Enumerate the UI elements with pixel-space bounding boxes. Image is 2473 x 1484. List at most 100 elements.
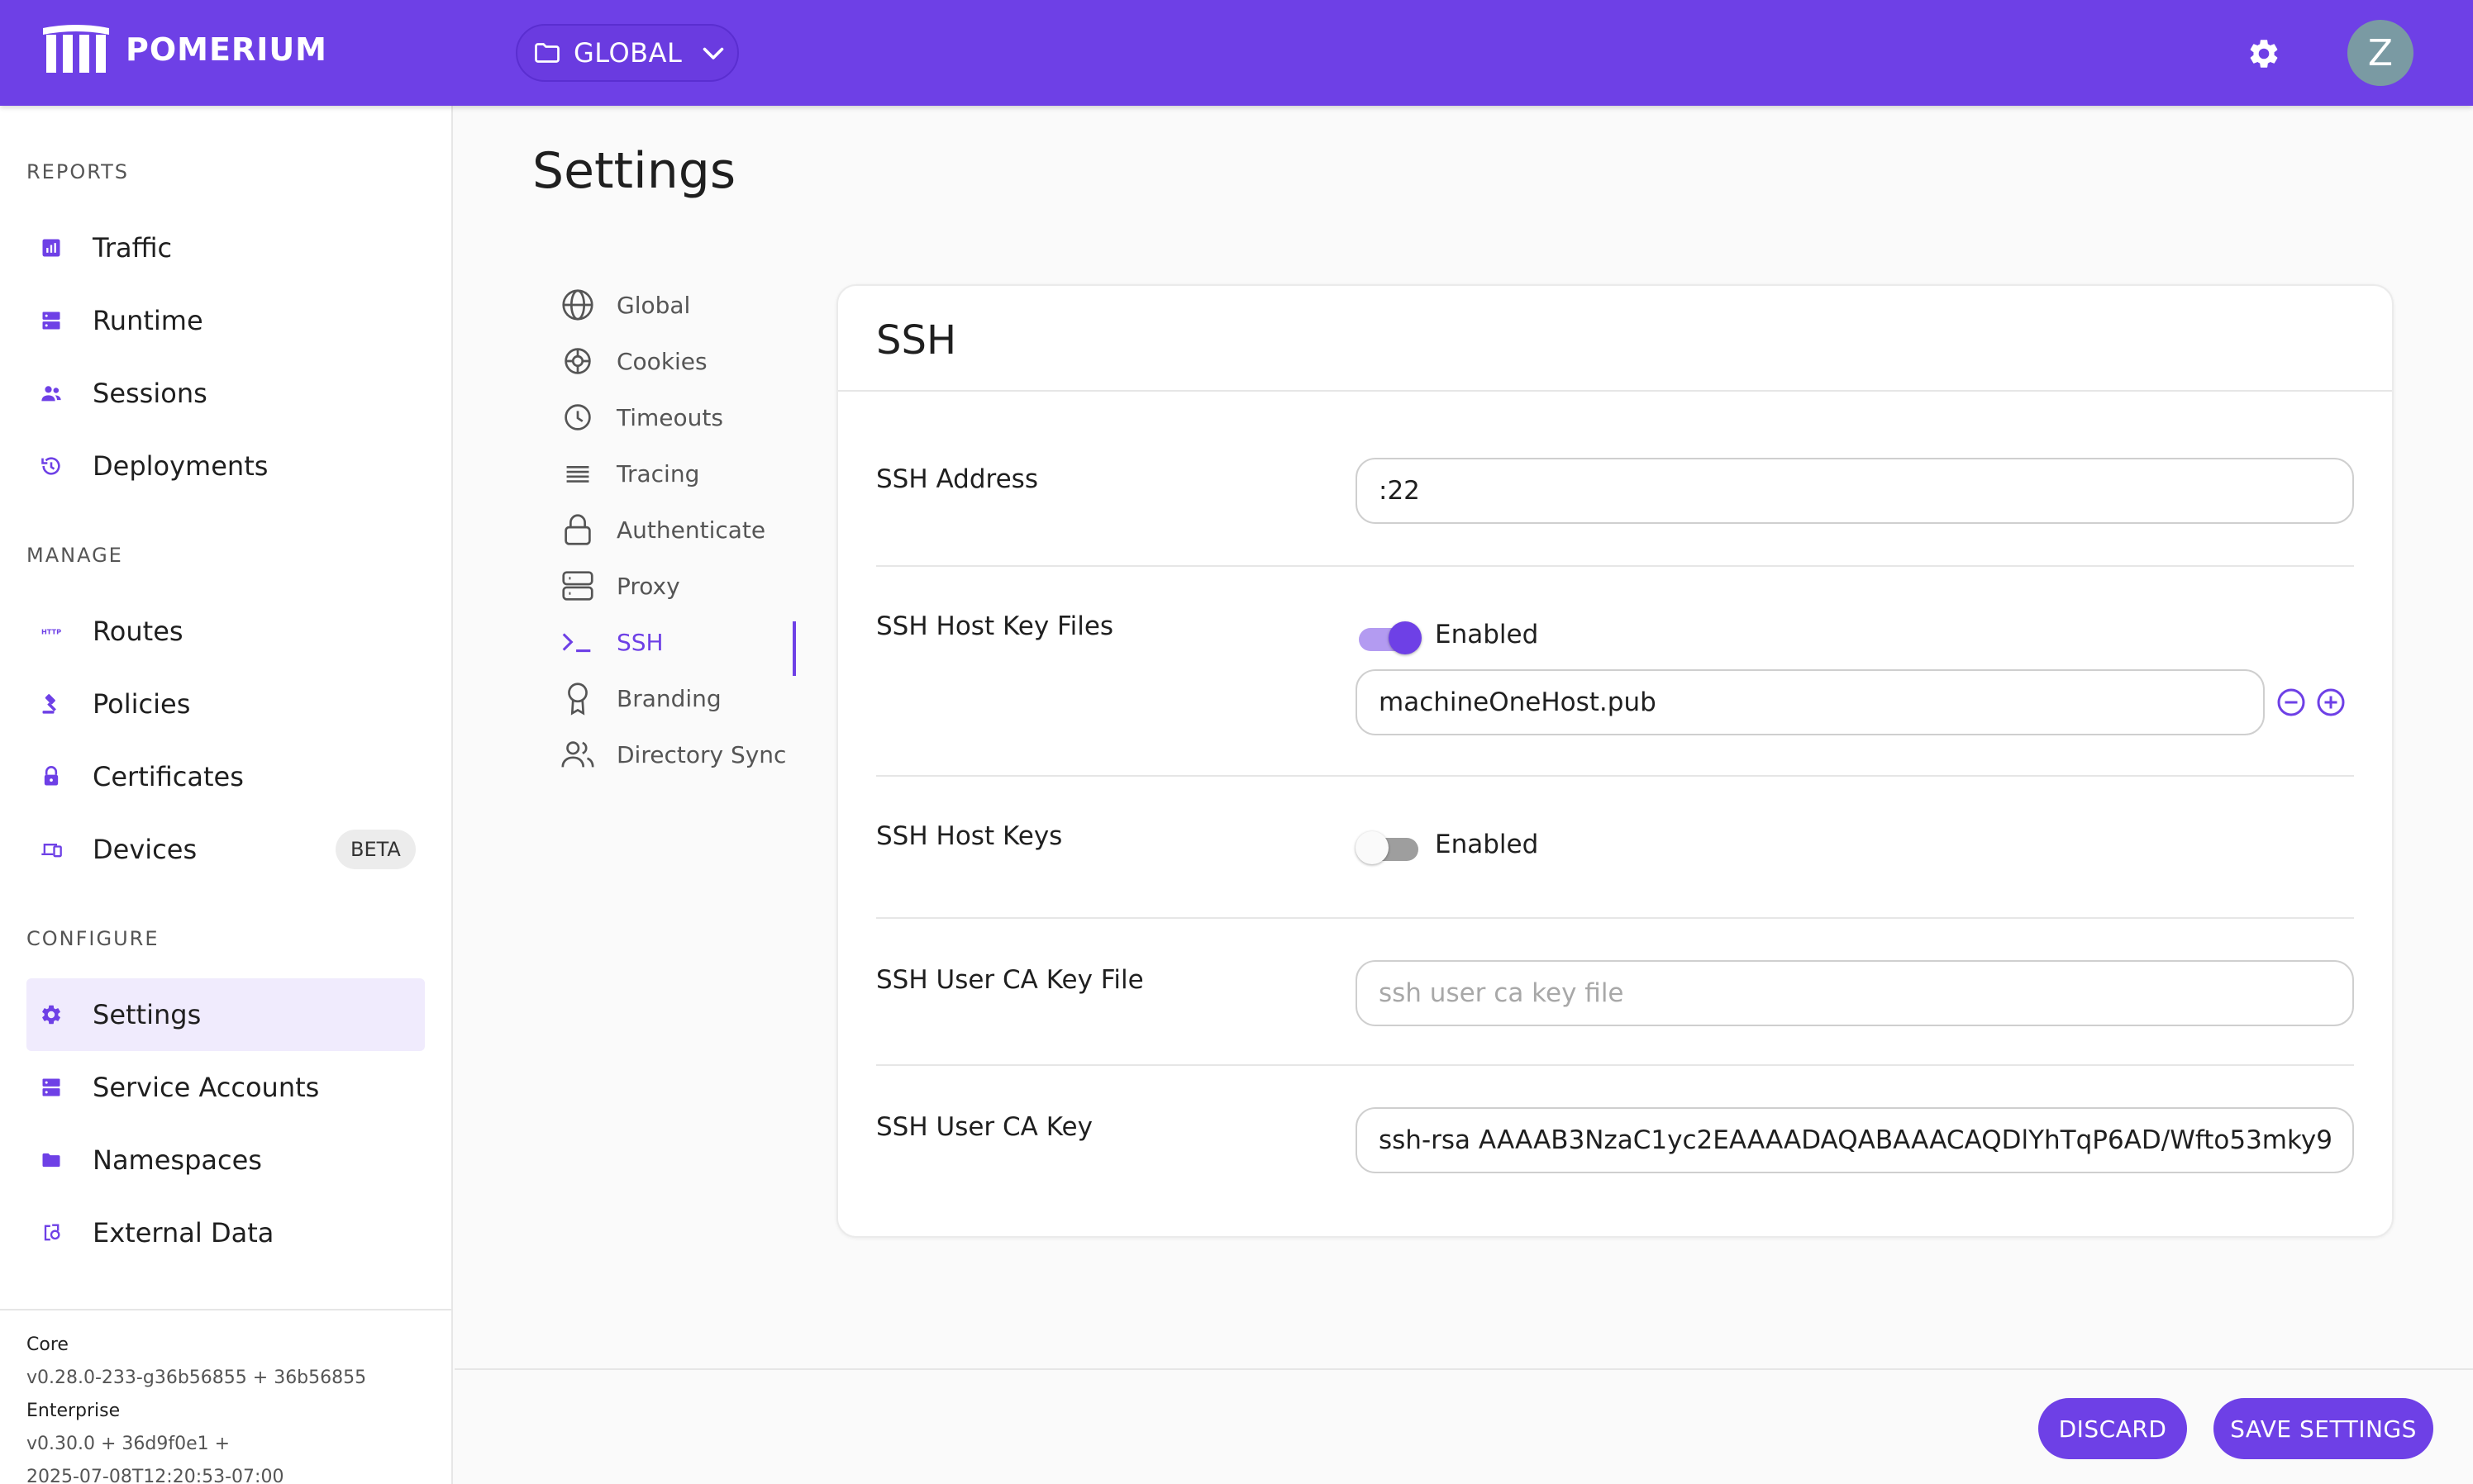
ssh-host-key-files-label: SSH Host Key Files [876, 611, 1114, 641]
sidebar-item-label: External Data [93, 1217, 274, 1249]
sidebar-item-label: Settings [93, 999, 202, 1030]
action-bar: DISCARD SAVE SETTINGS [455, 1368, 2473, 1484]
settings-nav-cookies[interactable]: Cookies [559, 337, 798, 385]
sidebar-item-sessions[interactable]: Sessions [26, 357, 425, 430]
sidebar-item-label: Namespaces [93, 1144, 262, 1176]
ssh-user-ca-key-file-label: SSH User CA Key File [876, 965, 1144, 995]
settings-nav-label: Timeouts [617, 403, 723, 431]
card-title: SSH [876, 317, 957, 364]
sidebar-item-settings[interactable]: Settings [26, 978, 425, 1051]
settings-nav-authenticate[interactable]: Authenticate [559, 506, 798, 554]
sidebar-item-traffic[interactable]: Traffic [26, 212, 425, 284]
beta-badge: BETA [336, 830, 416, 869]
sidebar-item-label: Traffic [93, 232, 173, 264]
save-settings-button[interactable]: SAVE SETTINGS [2213, 1398, 2433, 1459]
sidebar-item-label: Deployments [93, 450, 269, 482]
settings-nav-proxy[interactable]: Proxy [559, 562, 798, 610]
section-title-reports: REPORTS [26, 160, 130, 183]
settings-gear-icon[interactable] [2247, 36, 2281, 71]
bar-chart-icon [38, 235, 64, 261]
remove-host-key-file-button[interactable] [2275, 686, 2308, 719]
minus-circle-icon [2277, 688, 2305, 716]
user-avatar[interactable]: Z [2347, 20, 2413, 86]
settings-nav-branding[interactable]: Branding [559, 674, 798, 722]
discard-button[interactable]: DISCARD [2038, 1398, 2187, 1459]
devices-icon [38, 836, 64, 863]
row-divider [876, 565, 2354, 567]
settings-nav-label: Tracing [617, 459, 700, 488]
namespace-label: GLOBAL [574, 37, 683, 69]
settings-nav-label: Authenticate [617, 516, 766, 544]
gear-icon [38, 1001, 64, 1028]
version-info: Core v0.28.0-233-g36b56855 + 36b56855 En… [0, 1309, 451, 1484]
settings-nav-directory-sync[interactable]: Directory Sync [559, 730, 798, 778]
plus-circle-icon [2317, 688, 2345, 716]
ssh-host-keys-toggle[interactable] [1356, 831, 1422, 864]
ssh-host-keys-enabled-label: Enabled [1435, 830, 1539, 859]
card-divider [838, 390, 2392, 392]
terminal-icon [562, 633, 591, 653]
ssh-host-key-file-input[interactable] [1356, 669, 2265, 735]
pomerium-logo-icon [43, 25, 109, 73]
sidebar-item-label: Policies [93, 688, 191, 720]
ssh-host-keys-label: SSH Host Keys [876, 821, 1063, 851]
add-host-key-file-button[interactable] [2314, 686, 2347, 719]
external-data-icon [38, 1220, 64, 1246]
namespace-selector[interactable]: GLOBAL [516, 24, 739, 82]
sidebar-item-external-data[interactable]: External Data [26, 1196, 425, 1269]
sidebar-item-label: Sessions [93, 378, 207, 409]
ssh-address-input[interactable] [1356, 458, 2354, 524]
cookie-icon [565, 348, 591, 374]
row-divider [876, 917, 2354, 919]
pomerium-logo[interactable]: POMERIUM [38, 23, 327, 76]
sidebar-item-certificates[interactable]: Certificates [26, 740, 425, 813]
folder-icon [535, 43, 560, 63]
clock-icon [565, 404, 591, 430]
sidebar-item-label: Certificates [93, 761, 244, 792]
lock-icon [38, 763, 64, 790]
settings-nav-ssh[interactable]: SSH [559, 618, 798, 666]
globe-icon [562, 289, 593, 321]
server-icon [38, 1074, 64, 1101]
settings-nav-timeouts[interactable]: Timeouts [559, 393, 798, 441]
core-version-label: Core [26, 1334, 69, 1355]
sidebar-item-policies[interactable]: Policies [26, 668, 425, 740]
sidebar-item-namespaces[interactable]: Namespaces [26, 1124, 425, 1196]
ssh-settings-card: SSH SSH Address SSH Host Key Files Enabl… [836, 284, 2394, 1238]
ssh-user-ca-key-file-input[interactable] [1356, 960, 2354, 1026]
chevron-down-icon [703, 47, 724, 59]
settings-nav-label: Branding [617, 684, 722, 712]
settings-nav-tracing[interactable]: Tracing [559, 449, 798, 497]
settings-nav-label: Cookies [617, 347, 708, 375]
server-icon [562, 571, 593, 601]
sidebar-item-runtime[interactable]: Runtime [26, 284, 425, 357]
award-icon [568, 683, 588, 716]
sidebar-item-routes[interactable]: HTTP Routes [26, 595, 425, 668]
sidebar-item-service-accounts[interactable]: Service Accounts [26, 1051, 425, 1124]
history-icon [38, 453, 64, 479]
settings-nav-label: Directory Sync [617, 740, 787, 768]
ssh-host-key-files-toggle[interactable] [1356, 621, 1422, 654]
sidebar-item-label: Runtime [93, 305, 203, 336]
core-version-value: v0.28.0-233-g36b56855 + 36b56855 [26, 1367, 367, 1388]
row-divider [876, 775, 2354, 777]
page-title: Settings [532, 142, 736, 200]
settings-nav-global[interactable]: Global [559, 281, 798, 329]
users-icon [561, 741, 594, 768]
section-title-manage: MANAGE [26, 544, 123, 567]
ssh-user-ca-key-input[interactable] [1356, 1107, 2354, 1173]
enterprise-version-date: 2025-07-08T12:20:53-07:00 [26, 1467, 284, 1484]
ssh-user-ca-key-label: SSH User CA Key [876, 1112, 1093, 1142]
top-app-bar: POMERIUM GLOBAL Z [0, 0, 2473, 106]
users-icon [38, 380, 64, 407]
toggle-knob [1389, 621, 1422, 654]
sidebar: REPORTS Traffic Runtime Sessions Deploym… [0, 106, 453, 1484]
sidebar-item-label: Routes [93, 616, 183, 647]
ssh-address-label: SSH Address [876, 464, 1038, 494]
section-title-configure: CONFIGURE [26, 927, 160, 950]
sidebar-item-devices[interactable]: Devices BETA [26, 813, 425, 886]
sidebar-item-deployments[interactable]: Deployments [26, 430, 425, 502]
lines-icon [566, 465, 589, 483]
row-divider [876, 1064, 2354, 1066]
settings-nav-label: SSH [617, 628, 664, 656]
